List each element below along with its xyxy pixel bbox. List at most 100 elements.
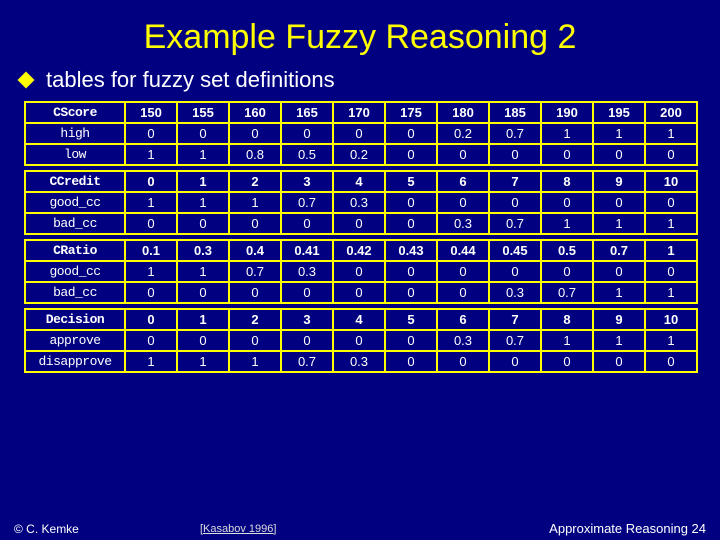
cell: 0.3 xyxy=(489,282,541,303)
cell: 0 xyxy=(541,192,593,213)
cell: 0 xyxy=(489,192,541,213)
cell: 0 xyxy=(385,282,437,303)
cell: 0.8 xyxy=(229,144,281,165)
col-header: 0.4 xyxy=(229,240,281,261)
diamond-bullet-icon xyxy=(18,72,35,89)
col-header: 8 xyxy=(541,171,593,192)
row-label: low xyxy=(25,144,125,165)
row-label: high xyxy=(25,123,125,144)
col-header: 0.3 xyxy=(177,240,229,261)
row-label-header: CRatio xyxy=(25,240,125,261)
cell: 0 xyxy=(489,351,541,372)
bullet-row: tables for fuzzy set definitions xyxy=(20,67,720,93)
row-label: bad_cc xyxy=(25,282,125,303)
cell: 0 xyxy=(177,123,229,144)
citation: [Kasabov 1996] xyxy=(200,523,276,535)
col-header: 10 xyxy=(645,171,697,192)
cell: 0 xyxy=(385,330,437,351)
cell: 1 xyxy=(541,330,593,351)
cell: 1 xyxy=(593,123,645,144)
cell: 1 xyxy=(177,351,229,372)
cell: 0 xyxy=(385,261,437,282)
cell: 0 xyxy=(177,213,229,234)
cell: 0 xyxy=(385,213,437,234)
cell: 1 xyxy=(229,351,281,372)
cell: 0 xyxy=(645,261,697,282)
cell: 0 xyxy=(437,144,489,165)
cell: 0.7 xyxy=(489,213,541,234)
cell: 0.7 xyxy=(281,192,333,213)
fuzzy-table: CCredit012345678910good_cc1110.70.300000… xyxy=(24,170,698,235)
cell: 1 xyxy=(645,213,697,234)
cell: 0 xyxy=(281,330,333,351)
cell: 1 xyxy=(645,330,697,351)
cell: 0 xyxy=(385,351,437,372)
cell: 0 xyxy=(333,123,385,144)
row-label: disapprove xyxy=(25,351,125,372)
cell: 0 xyxy=(281,123,333,144)
col-header: 195 xyxy=(593,102,645,123)
cell: 0 xyxy=(593,261,645,282)
cell: 0 xyxy=(333,330,385,351)
cell: 0 xyxy=(645,144,697,165)
cell: 0 xyxy=(593,351,645,372)
cell: 0 xyxy=(125,123,177,144)
cell: 0.2 xyxy=(437,123,489,144)
col-header: 150 xyxy=(125,102,177,123)
cell: 1 xyxy=(645,282,697,303)
cell: 0 xyxy=(541,144,593,165)
cell: 0 xyxy=(229,282,281,303)
cell: 0 xyxy=(385,192,437,213)
col-header: 2 xyxy=(229,171,281,192)
cell: 0.5 xyxy=(281,144,333,165)
cell: 1 xyxy=(125,192,177,213)
col-header: 1 xyxy=(177,309,229,330)
cell: 0 xyxy=(177,330,229,351)
col-header: 2 xyxy=(229,309,281,330)
col-header: 8 xyxy=(541,309,593,330)
cell: 0 xyxy=(229,213,281,234)
cell: 0.7 xyxy=(229,261,281,282)
cell: 0 xyxy=(333,282,385,303)
col-header: 7 xyxy=(489,171,541,192)
row-label-header: CCredit xyxy=(25,171,125,192)
cell: 1 xyxy=(177,144,229,165)
cell: 0 xyxy=(489,144,541,165)
col-header: 0.45 xyxy=(489,240,541,261)
cell: 0 xyxy=(593,192,645,213)
col-header: 0.43 xyxy=(385,240,437,261)
cell: 0 xyxy=(333,261,385,282)
cell: 0 xyxy=(489,261,541,282)
cell: 0 xyxy=(229,330,281,351)
cell: 0.3 xyxy=(437,330,489,351)
row-label: approve xyxy=(25,330,125,351)
cell: 0 xyxy=(593,144,645,165)
col-header: 160 xyxy=(229,102,281,123)
footer: © C. Kemke [Kasabov 1996] Approximate Re… xyxy=(0,521,720,536)
bullet-text: tables for fuzzy set definitions xyxy=(46,67,335,93)
cell: 1 xyxy=(229,192,281,213)
cell: 0 xyxy=(385,144,437,165)
col-header: 9 xyxy=(593,171,645,192)
col-header: 6 xyxy=(437,171,489,192)
col-header: 3 xyxy=(281,309,333,330)
cell: 0 xyxy=(281,213,333,234)
col-header: 0.5 xyxy=(541,240,593,261)
col-header: 7 xyxy=(489,309,541,330)
cell: 0 xyxy=(385,123,437,144)
fuzzy-table: CScore150155160165170175180185190195200h… xyxy=(24,101,698,166)
tables-container: CScore150155160165170175180185190195200h… xyxy=(0,101,720,373)
cell: 0 xyxy=(177,282,229,303)
col-header: 1 xyxy=(645,240,697,261)
col-header: 3 xyxy=(281,171,333,192)
row-label: good_cc xyxy=(25,192,125,213)
fuzzy-table: CRatio0.10.30.40.410.420.430.440.450.50.… xyxy=(24,239,698,304)
cell: 0 xyxy=(125,213,177,234)
col-header: 5 xyxy=(385,171,437,192)
col-header: 0.7 xyxy=(593,240,645,261)
cell: 0 xyxy=(437,282,489,303)
col-header: 5 xyxy=(385,309,437,330)
col-header: 9 xyxy=(593,309,645,330)
cell: 0 xyxy=(437,351,489,372)
cell: 0 xyxy=(541,351,593,372)
